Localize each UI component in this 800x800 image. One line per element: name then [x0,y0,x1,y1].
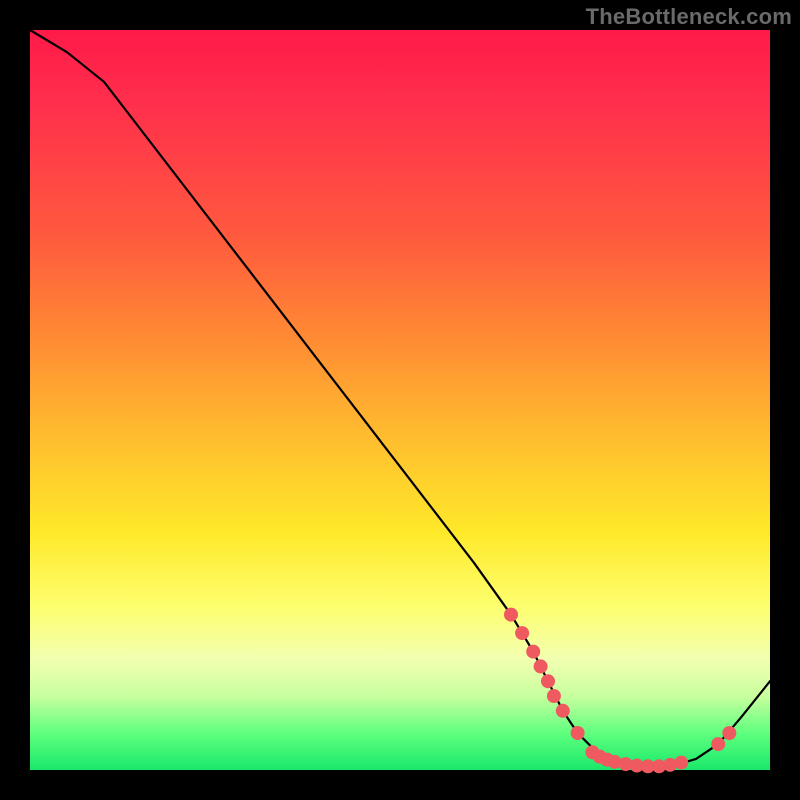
curve-marker [526,645,540,659]
bottleneck-curve [30,30,770,766]
curve-marker [722,726,736,740]
curve-svg [30,30,770,770]
curve-marker [515,626,529,640]
curve-marker [547,689,561,703]
curve-marker [541,674,555,688]
curve-markers [504,608,736,774]
curve-marker [711,737,725,751]
curve-marker [504,608,518,622]
chart-frame: TheBottleneck.com [0,0,800,800]
curve-marker [534,659,548,673]
curve-marker [556,704,570,718]
curve-marker [674,756,688,770]
curve-marker [571,726,585,740]
watermark-text: TheBottleneck.com [586,4,792,30]
plot-area [30,30,770,770]
